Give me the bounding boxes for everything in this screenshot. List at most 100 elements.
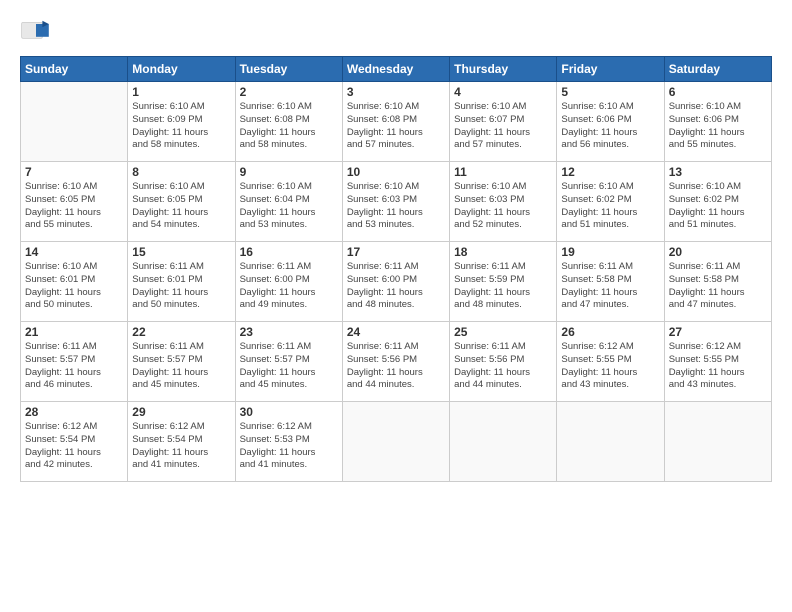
day-info: Sunrise: 6:10 AM Sunset: 6:01 PM Dayligh…	[25, 261, 123, 312]
day-number: 14	[25, 245, 123, 259]
day-number: 15	[132, 245, 230, 259]
day-number: 9	[240, 165, 338, 179]
calendar-week-row: 28Sunrise: 6:12 AM Sunset: 5:54 PM Dayli…	[21, 402, 772, 482]
table-row: 26 Sunrise: 6:12 AM Sunset: 5:55 PM Dayli…	[557, 322, 664, 402]
day-info: Sunrise: 6:11 AM Sunset: 5:57 PM Dayligh…	[25, 341, 123, 392]
table-row: 2 Sunrise: 6:10 AM Sunset: 6:08 PM Daylig…	[235, 82, 342, 162]
day-number: 20	[669, 245, 767, 259]
table-row	[664, 402, 771, 482]
day-info: Sunrise: 6:10 AM Sunset: 6:08 PM Dayligh…	[347, 101, 445, 152]
day-number: 8	[132, 165, 230, 179]
day-number: 18	[454, 245, 552, 259]
day-info: Sunrise: 6:12 AM Sunset: 5:54 PM Dayligh…	[132, 421, 230, 472]
table-row: 22 Sunrise: 6:11 AM Sunset: 5:57 PM Dayli…	[128, 322, 235, 402]
day-info: Sunrise: 6:10 AM Sunset: 6:04 PM Dayligh…	[240, 181, 338, 232]
table-row: 18 Sunrise: 6:11 AM Sunset: 5:59 PM Dayli…	[450, 242, 557, 322]
day-info: Sunrise: 6:12 AM Sunset: 5:53 PM Dayligh…	[240, 421, 338, 472]
table-row: 28Sunrise: 6:12 AM Sunset: 5:54 PM Dayli…	[21, 402, 128, 482]
day-info: Sunrise: 6:11 AM Sunset: 5:57 PM Dayligh…	[132, 341, 230, 392]
table-row: 30 Sunrise: 6:12 AM Sunset: 5:53 PM Dayli…	[235, 402, 342, 482]
table-row: 5 Sunrise: 6:10 AM Sunset: 6:06 PM Daylig…	[557, 82, 664, 162]
day-info: Sunrise: 6:10 AM Sunset: 6:08 PM Dayligh…	[240, 101, 338, 152]
day-number: 3	[347, 85, 445, 99]
table-row: 13Sunrise: 6:10 AM Sunset: 6:02 PM Dayli…	[664, 162, 771, 242]
day-number: 1	[132, 85, 230, 99]
page: Sunday Monday Tuesday Wednesday Thursday…	[0, 0, 792, 612]
day-info: Sunrise: 6:12 AM Sunset: 5:54 PM Dayligh…	[25, 421, 123, 472]
day-info: Sunrise: 6:10 AM Sunset: 6:06 PM Dayligh…	[669, 101, 767, 152]
col-friday: Friday	[557, 57, 664, 82]
day-info: Sunrise: 6:11 AM Sunset: 5:56 PM Dayligh…	[347, 341, 445, 392]
day-number: 12	[561, 165, 659, 179]
table-row: 27 Sunrise: 6:12 AM Sunset: 5:55 PM Dayli…	[664, 322, 771, 402]
col-saturday: Saturday	[664, 57, 771, 82]
table-row: 9 Sunrise: 6:10 AM Sunset: 6:04 PM Daylig…	[235, 162, 342, 242]
col-wednesday: Wednesday	[342, 57, 449, 82]
table-row: 4Sunrise: 6:10 AM Sunset: 6:07 PM Daylig…	[450, 82, 557, 162]
day-number: 5	[561, 85, 659, 99]
table-row: 1Sunrise: 6:10 AM Sunset: 6:09 PM Daylig…	[128, 82, 235, 162]
table-row	[450, 402, 557, 482]
logo	[20, 16, 56, 48]
day-number: 27	[669, 325, 767, 339]
day-info: Sunrise: 6:12 AM Sunset: 5:55 PM Dayligh…	[561, 341, 659, 392]
day-number: 19	[561, 245, 659, 259]
day-info: Sunrise: 6:11 AM Sunset: 5:58 PM Dayligh…	[561, 261, 659, 312]
day-info: Sunrise: 6:11 AM Sunset: 6:01 PM Dayligh…	[132, 261, 230, 312]
day-info: Sunrise: 6:12 AM Sunset: 5:55 PM Dayligh…	[669, 341, 767, 392]
table-row: 23 Sunrise: 6:11 AM Sunset: 5:57 PM Dayli…	[235, 322, 342, 402]
day-number: 2	[240, 85, 338, 99]
col-thursday: Thursday	[450, 57, 557, 82]
calendar-week-row: 1Sunrise: 6:10 AM Sunset: 6:09 PM Daylig…	[21, 82, 772, 162]
day-number: 17	[347, 245, 445, 259]
calendar-header-row: Sunday Monday Tuesday Wednesday Thursday…	[21, 57, 772, 82]
calendar-week-row: 14 Sunrise: 6:10 AM Sunset: 6:01 PM Dayli…	[21, 242, 772, 322]
table-row	[21, 82, 128, 162]
calendar-week-row: 7 Sunrise: 6:10 AM Sunset: 6:05 PM Daylig…	[21, 162, 772, 242]
day-number: 22	[132, 325, 230, 339]
day-info: Sunrise: 6:11 AM Sunset: 5:56 PM Dayligh…	[454, 341, 552, 392]
col-monday: Monday	[128, 57, 235, 82]
day-number: 23	[240, 325, 338, 339]
table-row: 3 Sunrise: 6:10 AM Sunset: 6:08 PM Daylig…	[342, 82, 449, 162]
table-row: 11 Sunrise: 6:10 AM Sunset: 6:03 PM Dayli…	[450, 162, 557, 242]
day-number: 10	[347, 165, 445, 179]
col-sunday: Sunday	[21, 57, 128, 82]
day-info: Sunrise: 6:10 AM Sunset: 6:03 PM Dayligh…	[454, 181, 552, 232]
calendar: Sunday Monday Tuesday Wednesday Thursday…	[20, 56, 772, 482]
day-number: 30	[240, 405, 338, 419]
col-tuesday: Tuesday	[235, 57, 342, 82]
table-row: 7 Sunrise: 6:10 AM Sunset: 6:05 PM Daylig…	[21, 162, 128, 242]
table-row: 29 Sunrise: 6:12 AM Sunset: 5:54 PM Dayli…	[128, 402, 235, 482]
table-row: 21 Sunrise: 6:11 AM Sunset: 5:57 PM Dayli…	[21, 322, 128, 402]
day-number: 21	[25, 325, 123, 339]
table-row: 25 Sunrise: 6:11 AM Sunset: 5:56 PM Dayli…	[450, 322, 557, 402]
day-number: 13	[669, 165, 767, 179]
day-number: 7	[25, 165, 123, 179]
day-number: 4	[454, 85, 552, 99]
day-number: 26	[561, 325, 659, 339]
table-row: 19 Sunrise: 6:11 AM Sunset: 5:58 PM Dayli…	[557, 242, 664, 322]
day-info: Sunrise: 6:10 AM Sunset: 6:05 PM Dayligh…	[132, 181, 230, 232]
day-info: Sunrise: 6:10 AM Sunset: 6:03 PM Dayligh…	[347, 181, 445, 232]
day-number: 29	[132, 405, 230, 419]
day-number: 11	[454, 165, 552, 179]
day-info: Sunrise: 6:10 AM Sunset: 6:05 PM Dayligh…	[25, 181, 123, 232]
header	[20, 16, 772, 48]
table-row: 8 Sunrise: 6:10 AM Sunset: 6:05 PM Daylig…	[128, 162, 235, 242]
table-row: 16Sunrise: 6:11 AM Sunset: 6:00 PM Dayli…	[235, 242, 342, 322]
table-row: 6Sunrise: 6:10 AM Sunset: 6:06 PM Daylig…	[664, 82, 771, 162]
day-info: Sunrise: 6:10 AM Sunset: 6:02 PM Dayligh…	[561, 181, 659, 232]
day-info: Sunrise: 6:11 AM Sunset: 5:57 PM Dayligh…	[240, 341, 338, 392]
table-row: 20 Sunrise: 6:11 AM Sunset: 5:58 PM Dayli…	[664, 242, 771, 322]
day-info: Sunrise: 6:11 AM Sunset: 5:58 PM Dayligh…	[669, 261, 767, 312]
table-row: 24 Sunrise: 6:11 AM Sunset: 5:56 PM Dayli…	[342, 322, 449, 402]
logo-icon	[20, 16, 52, 48]
day-number: 25	[454, 325, 552, 339]
day-info: Sunrise: 6:11 AM Sunset: 6:00 PM Dayligh…	[240, 261, 338, 312]
day-number: 24	[347, 325, 445, 339]
table-row: 12 Sunrise: 6:10 AM Sunset: 6:02 PM Dayli…	[557, 162, 664, 242]
day-info: Sunrise: 6:10 AM Sunset: 6:06 PM Dayligh…	[561, 101, 659, 152]
day-info: Sunrise: 6:11 AM Sunset: 5:59 PM Dayligh…	[454, 261, 552, 312]
table-row	[557, 402, 664, 482]
